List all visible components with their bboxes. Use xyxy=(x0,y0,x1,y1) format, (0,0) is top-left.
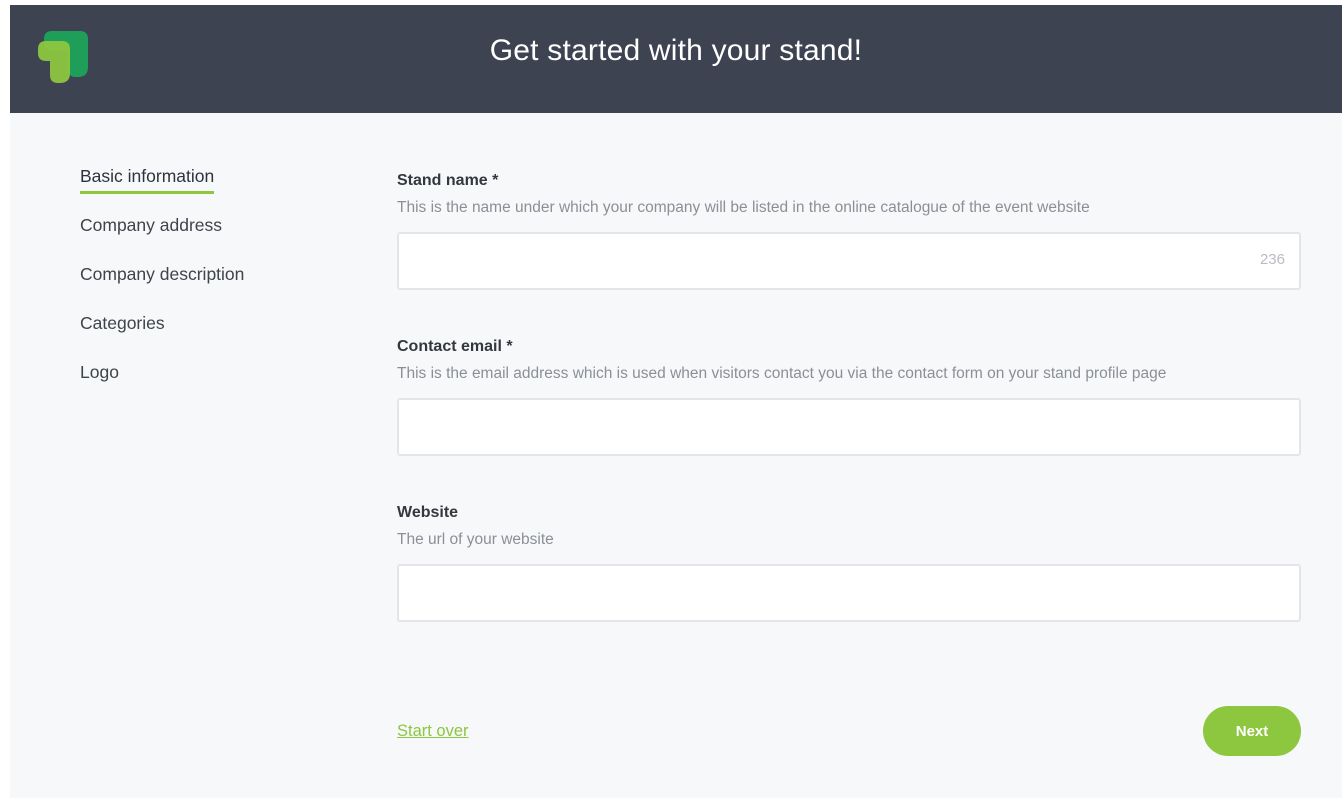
website-group: Website The url of your website xyxy=(397,502,1301,622)
sidebar-item-categories[interactable]: Categories xyxy=(80,312,340,361)
character-counter: 236 xyxy=(1259,251,1285,268)
contact-email-group: Contact email * This is the email addres… xyxy=(397,336,1301,456)
sidebar-nav: Basic information Company address Compan… xyxy=(80,165,340,410)
stand-name-field: 236 xyxy=(397,232,1301,290)
sidebar-item-logo[interactable]: Logo xyxy=(80,361,340,410)
form-actions: Start over Next xyxy=(397,705,1301,757)
sidebar-item-label: Categories xyxy=(80,313,165,333)
sidebar-item-basic-information[interactable]: Basic information xyxy=(80,165,340,214)
page-title: Get started with your stand! xyxy=(489,34,863,67)
basic-information-form: Stand name * This is the name under whic… xyxy=(397,170,1301,622)
website-help: The url of your website xyxy=(397,531,554,548)
website-label: Website xyxy=(397,504,459,521)
website-field xyxy=(397,564,1301,622)
start-over-link[interactable]: Start over xyxy=(397,722,469,741)
sidebar-item-label: Company description xyxy=(80,264,245,284)
stand-name-group: Stand name * This is the name under whic… xyxy=(397,170,1301,290)
header-bar: Get started with your stand! xyxy=(10,5,1342,113)
contact-email-label: Contact email * xyxy=(397,338,513,355)
stand-name-input[interactable] xyxy=(399,234,1299,288)
next-button[interactable]: Next xyxy=(1203,706,1301,756)
sidebar-item-company-address[interactable]: Company address xyxy=(80,214,340,263)
sidebar-item-company-description[interactable]: Company description xyxy=(80,263,340,312)
contact-email-help: This is the email address which is used … xyxy=(397,365,1167,382)
stand-name-help: This is the name under which your compan… xyxy=(397,199,1090,216)
contact-email-input[interactable] xyxy=(399,400,1299,454)
contact-email-field xyxy=(397,398,1301,456)
website-input[interactable] xyxy=(399,566,1299,620)
app-frame: Get started with your stand! Basic infor… xyxy=(10,5,1342,798)
sidebar-item-label: Company address xyxy=(80,215,223,235)
sidebar-item-label: Logo xyxy=(80,362,119,382)
sidebar-item-label: Basic information xyxy=(80,165,215,194)
stand-name-label: Stand name * xyxy=(397,172,499,189)
